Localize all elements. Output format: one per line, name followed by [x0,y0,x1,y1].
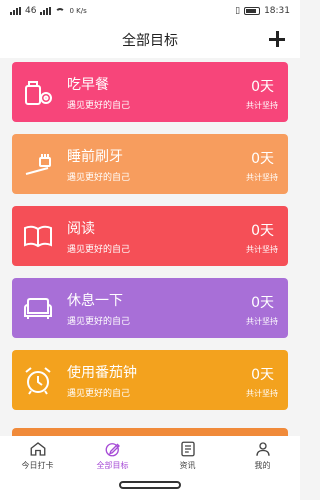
goal-card-brush-teeth[interactable]: 睡前刷牙 遇见更好的自己 0天 共计坚持 [12,134,288,194]
signal-icon [10,7,21,15]
goal-days: 0天 [251,223,274,239]
wifi-icon [55,7,66,15]
signal-icon-2 [40,7,52,15]
goal-total-label: 共计坚持 [246,317,278,326]
goal-title: 阅读 [67,221,95,237]
goal-subtitle: 遇见更好的自己 [67,245,131,255]
goal-total-label: 共计坚持 [246,101,278,110]
home-gesture-bar[interactable] [119,481,181,489]
tab-label: 全部目标 [96,460,129,470]
alarm-clock-icon [25,367,51,395]
tab-news[interactable]: 资讯 [158,440,218,471]
status-left: 46 0 K/s [10,6,87,16]
header: 全部目标 [0,22,300,58]
book-icon [24,225,52,248]
goal-card-pomodoro[interactable]: 使用番茄钟 遇见更好的自己 0天 共计坚持 [12,350,288,410]
sofa-icon [24,298,52,319]
goal-title: 睡前刷牙 [67,149,123,165]
news-icon [180,441,195,456]
clock-time: 18:31 [264,6,290,16]
toothbrush-icon [25,154,51,175]
bottom-tab-bar: 今日打卡 全部目标 资讯 我的 [0,436,300,474]
target-edit-icon [105,442,120,456]
tab-label: 今日打卡 [21,460,54,470]
goal-days: 0天 [251,79,274,95]
goal-days: 0天 [251,367,274,383]
goal-card-reading[interactable]: 阅读 遇见更好的自己 0天 共计坚持 [12,206,288,266]
goal-subtitle: 遇见更好的自己 [67,389,131,399]
add-goal-button[interactable] [266,28,288,50]
goal-subtitle: 遇见更好的自己 [67,317,131,327]
system-nav-bar [0,474,300,500]
home-icon [30,441,45,456]
goal-total-label: 共计坚持 [246,245,278,254]
goal-title: 吃早餐 [67,77,109,93]
tab-label: 我的 [254,460,271,470]
vibrate-icon: ▯ [235,6,241,16]
goal-days: 0天 [251,151,274,167]
goal-total-label: 共计坚持 [246,173,278,182]
battery-icon [244,7,261,15]
goal-days: 0天 [251,295,274,311]
goal-list: 吃早餐 遇见更好的自己 0天 共计坚持 睡前刷牙 遇见更好的自己 0天 共计坚持… [12,62,288,422]
goal-subtitle: 遇见更好的自己 [67,101,131,111]
goal-card-breakfast[interactable]: 吃早餐 遇见更好的自己 0天 共计坚持 [12,62,288,122]
network-type: 46 [25,6,37,16]
tab-all-goals[interactable]: 全部目标 [83,440,143,471]
tab-profile[interactable]: 我的 [233,440,293,471]
status-right: ▯ 18:31 [235,6,290,16]
tab-today-checkin[interactable]: 今日打卡 [8,440,68,471]
goal-total-label: 共计坚持 [246,389,278,398]
status-bar: 46 0 K/s ▯ 18:31 [0,0,300,22]
tab-label: 资讯 [179,460,196,470]
goal-title: 使用番茄钟 [67,365,137,381]
goal-title: 休息一下 [67,293,123,309]
page-title: 全部目标 [122,33,178,49]
goal-subtitle: 遇见更好的自己 [67,173,131,183]
goal-card-rest[interactable]: 休息一下 遇见更好的自己 0天 共计坚持 [12,278,288,338]
profile-icon [255,441,270,456]
next-goal-card-partial[interactable] [12,428,288,436]
network-speed: 0 K/s [69,7,87,15]
breakfast-icon [25,81,52,105]
